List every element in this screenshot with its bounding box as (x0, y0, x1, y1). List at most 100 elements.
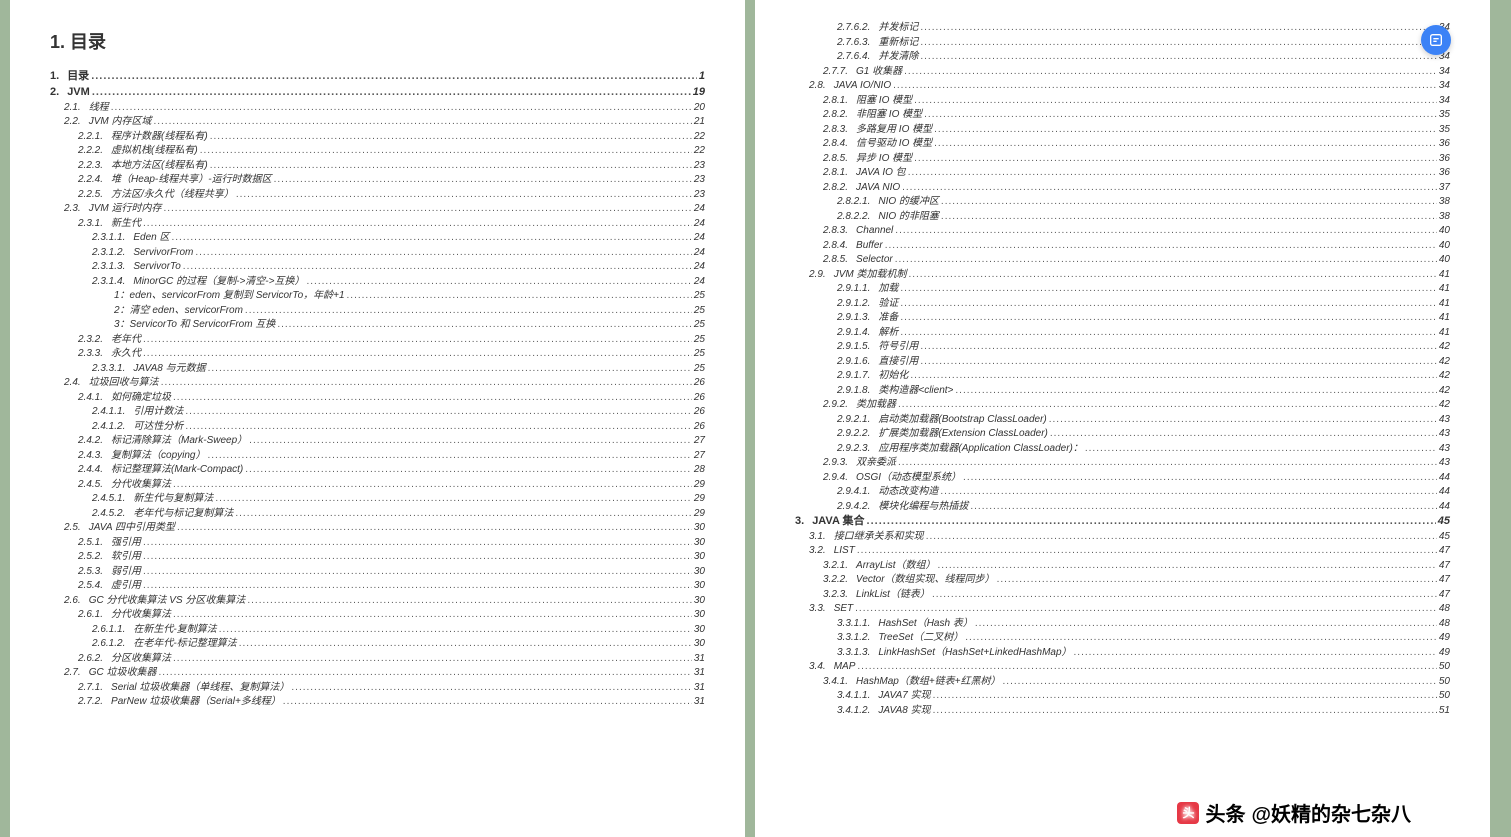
toc-entry[interactable]: 3.2.LIST................................… (795, 544, 1450, 558)
toc-entry[interactable]: 2.9.4.OSGI（动态模型系统）......................… (795, 471, 1450, 485)
toc-entry[interactable]: 2.4.5.分代收集算法............................… (50, 478, 705, 492)
toc-entry[interactable]: 3.3.SET.................................… (795, 602, 1450, 616)
toc-entry[interactable]: 2.6.1.1.在新生代-复制算法.......................… (50, 623, 705, 637)
toc-entry[interactable]: 2.7.6.3.重新标记............................… (795, 36, 1450, 50)
toc-entry[interactable]: 3.4.MAP.................................… (795, 660, 1450, 674)
toc-entry[interactable]: 2.8.2.1.NIO 的缓冲区........................… (795, 195, 1450, 209)
toc-entry[interactable]: 2.4.1.如何确定垃圾............................… (50, 391, 705, 405)
toc-entry-title: MAP (834, 660, 856, 674)
toc-entry[interactable]: 3.3.1.3.LinkHashSet（HashSet+LinkedHashMa… (795, 646, 1450, 660)
toc-entry[interactable]: 2.3.1.1.Eden 区..........................… (50, 231, 705, 245)
toc-entry[interactable]: 2.8.3.Channel...........................… (795, 224, 1450, 238)
toc-entry[interactable]: 2.8.3.多路复用 IO 模型........................… (795, 123, 1450, 137)
toc-entry[interactable]: 2.8.2.2.NIO 的非阻塞........................… (795, 210, 1450, 224)
toc-entry[interactable]: 3.3.1.2.TreeSet（二叉树）....................… (795, 631, 1450, 645)
toc-entry[interactable]: 2.JVM...................................… (50, 85, 705, 100)
toc-entry[interactable]: 2.3.3.永久代...............................… (50, 347, 705, 361)
toc-entry[interactable]: 3.2.3.LinkList（链表）......................… (795, 588, 1450, 602)
toc-entry[interactable]: 2.3.1.4.MinorGC 的过程（复制->清空->互换）.........… (50, 275, 705, 289)
toc-entry[interactable]: 2.9.1.6.直接引用............................… (795, 355, 1450, 369)
toc-entry[interactable]: 2.8.5.Selector..........................… (795, 253, 1450, 267)
toc-entry[interactable]: 2.8.1.阻塞 IO 模型..........................… (795, 94, 1450, 108)
toc-entry[interactable]: 2.4.2.标记清除算法（Mark-Sweep）................… (50, 434, 705, 448)
toc-entry[interactable]: 2.9.4.1.动态改变构造..........................… (795, 485, 1450, 499)
toc-entry[interactable]: 2.7.GC 垃圾收集器............................… (50, 666, 705, 680)
toc-entry[interactable]: 3.2.1.ArrayList（数组）.....................… (795, 559, 1450, 573)
toc-entry[interactable]: 2.9.4.2.模块化编程与热插拔.......................… (795, 500, 1450, 514)
toc-entry[interactable]: 2.3.JVM 运行时内存...........................… (50, 202, 705, 216)
toc-entry[interactable]: 2.2.4.堆（Heap-线程共享）-运行时数据区...............… (50, 173, 705, 187)
toc-entry[interactable]: 2.2.JVM 内存区域............................… (50, 115, 705, 129)
toc-entry[interactable]: 2.9.1.5.符号引用............................… (795, 340, 1450, 354)
toc-entry[interactable]: 2.5.2.软引用...............................… (50, 550, 705, 564)
toc-entry[interactable]: 2.8.2.JAVA NIO..........................… (795, 181, 1450, 195)
toc-entry[interactable]: 3.4.1.HashMap（数组+链表+红黑树）................… (795, 675, 1450, 689)
toc-entry[interactable]: 2.4.1.1.引用计数法...........................… (50, 405, 705, 419)
toc-entry[interactable]: 2.7.6.4.并发清除............................… (795, 50, 1450, 64)
toc-entry[interactable]: 2.4.3.复制算法（copying）.....................… (50, 449, 705, 463)
toc-entry[interactable]: 2.8.1.JAVA IO 包.........................… (795, 166, 1450, 180)
toc-entry[interactable]: 2.8.JAVA IO/NIO.........................… (795, 79, 1450, 93)
toc-entry[interactable]: 2.9.1.7.初始化.............................… (795, 369, 1450, 383)
toc-entry[interactable]: 2.9.1.1.加载..............................… (795, 282, 1450, 296)
toc-entry[interactable]: 2.5.1.强引用...............................… (50, 536, 705, 550)
toc-entry[interactable]: 2.7.7.G1 收集器............................… (795, 65, 1450, 79)
toc-entry[interactable]: 3.1.接口继承关系和实现...........................… (795, 530, 1450, 544)
toc-entry-number: 3. (795, 514, 804, 529)
toc-entry[interactable]: 2.7.6.2.并发标记............................… (795, 21, 1450, 35)
toc-entry[interactable]: 3.4.1.2.JAVA8 实现........................… (795, 704, 1450, 718)
toc-entry[interactable]: 2.3.1.2.ServivorFrom....................… (50, 246, 705, 260)
toc-entry[interactable]: 2.2.3.本地方法区(线程私有).......................… (50, 159, 705, 173)
toc-entry[interactable]: 2.6.1.分代收集算法............................… (50, 608, 705, 622)
toc-entry[interactable]: 2.9.1.3.准备..............................… (795, 311, 1450, 325)
toc-entry[interactable]: 1：eden、servicorFrom 复制到 ServicorTo，年龄+1.… (50, 289, 705, 303)
toc-entry[interactable]: 2.4.垃圾回收与算法.............................… (50, 376, 705, 390)
toc-entry[interactable]: 2.9.2.类加载器..............................… (795, 398, 1450, 412)
toc-entry[interactable]: 2.2.5.方法区/永久代（线程共享）.....................… (50, 188, 705, 202)
toc-entry[interactable]: 2.8.4.Buffer............................… (795, 239, 1450, 253)
toc-entry[interactable]: 2.3.2.老年代...............................… (50, 333, 705, 347)
toc-entry[interactable]: 3.3.1.1.HashSet（Hash 表）.................… (795, 617, 1450, 631)
toc-entry-number: 2.1. (64, 101, 81, 115)
toc-entry[interactable]: 2.9.2.1.启动类加载器(Bootstrap ClassLoader)...… (795, 413, 1450, 427)
toc-entry[interactable]: 2.3.3.1.JAVA8 与元数据......................… (50, 362, 705, 376)
toc-entry[interactable]: 2.9.1.4.解析..............................… (795, 326, 1450, 340)
toc-entry[interactable]: 2.4.5.2.老年代与标记复制算法......................… (50, 507, 705, 521)
toc-entry[interactable]: 2.9.1.2.验证..............................… (795, 297, 1450, 311)
toc-entry[interactable]: 2.6.2.分区收集算法............................… (50, 652, 705, 666)
assist-button[interactable] (1421, 25, 1451, 55)
toc-entry[interactable]: 2.1.线程..................................… (50, 101, 705, 115)
toc-entry-title: 模块化编程与热插拔 (878, 500, 968, 514)
toc-entry[interactable]: 2.5.3.弱引用...............................… (50, 565, 705, 579)
toc-entry[interactable]: 2.4.4.标记整理算法(Mark-Compact)..............… (50, 463, 705, 477)
toc-entry[interactable]: 3.4.1.1.JAVA7 实现........................… (795, 689, 1450, 703)
toc-entry[interactable]: 3.2.2.Vector（数组实现、线程同步）.................… (795, 573, 1450, 587)
toc-entry[interactable]: 2.4.1.2.可达性分析...........................… (50, 420, 705, 434)
toc-entry[interactable]: 2.9.2.2.扩展类加载器(Extension ClassLoader)...… (795, 427, 1450, 441)
toc-entry[interactable]: 2.2.1.程序计数器(线程私有).......................… (50, 130, 705, 144)
toc-entry[interactable]: 2.4.5.1.新生代与复制算法........................… (50, 492, 705, 506)
toc-entry[interactable]: 2.7.1.Serial 垃圾收集器（单线程、复制算法）............… (50, 681, 705, 695)
toc-entry[interactable]: 2.8.2.非阻塞 IO 模型.........................… (795, 108, 1450, 122)
toc-entry[interactable]: 2.5.JAVA 四中引用类型.........................… (50, 521, 705, 535)
toc-entry[interactable]: 1.目录....................................… (50, 69, 705, 84)
toc-entry[interactable]: 2.6.1.2.在老年代-标记整理算法.....................… (50, 637, 705, 651)
toc-entry[interactable]: 2.5.4.虚引用...............................… (50, 579, 705, 593)
toc-entry[interactable]: 2.9.1.8.类构造器<client>....................… (795, 384, 1450, 398)
toc-entry[interactable]: 2.9.2.3.应用程序类加载器(Application ClassLoader… (795, 442, 1450, 456)
toc-entry[interactable]: 2.9.JVM 类加载机制...........................… (795, 268, 1450, 282)
toc-entry-title: ServivorFrom (133, 246, 193, 260)
toc-entry[interactable]: 2.6.GC 分代收集算法 VS 分区收集算法.................… (50, 594, 705, 608)
toc-entry-title: 永久代 (111, 347, 141, 361)
toc-entry[interactable]: 2.8.4.信号驱动 IO 模型........................… (795, 137, 1450, 151)
toc-entry[interactable]: 2.9.3.双亲委派..............................… (795, 456, 1450, 470)
toc-entry[interactable]: 2.3.1.新生代...............................… (50, 217, 705, 231)
toc-entry[interactable]: 2.2.2.虚拟机栈(线程私有)........................… (50, 144, 705, 158)
toc-entry[interactable]: 3.JAVA 集合...............................… (795, 514, 1450, 529)
toc-entry[interactable]: 3：ServicorTo 和 ServicorFrom 互换..........… (50, 318, 705, 332)
toc-entry[interactable]: 2.8.5.异步 IO 模型..........................… (795, 152, 1450, 166)
toc-entry[interactable]: 2.3.1.3.ServivorTo......................… (50, 260, 705, 274)
toc-entry[interactable]: 2：清空 eden、servicorFrom..................… (50, 304, 705, 318)
toc-entry[interactable]: 2.7.2.ParNew 垃圾收集器（Serial+多线程）..........… (50, 695, 705, 709)
toc-entry-page: 30 (694, 608, 705, 622)
